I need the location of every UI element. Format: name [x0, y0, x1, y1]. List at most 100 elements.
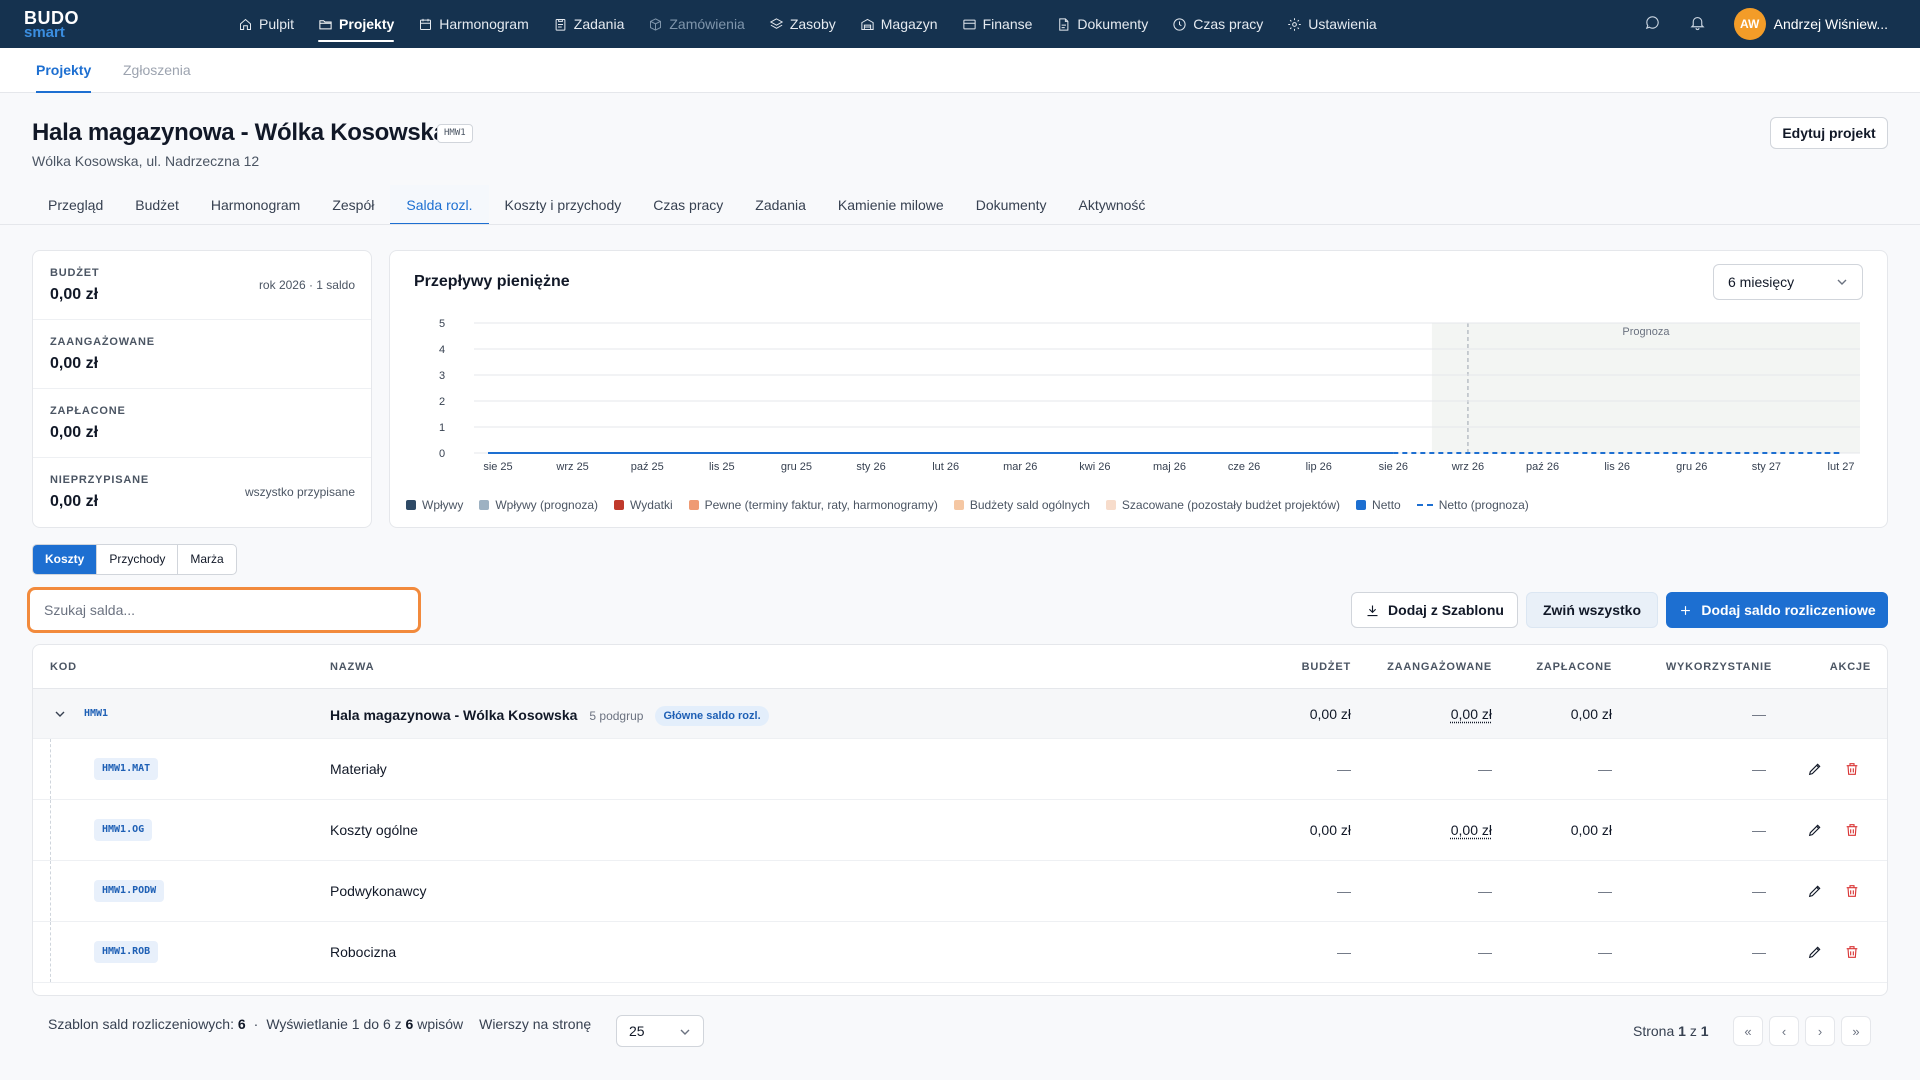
nav-item-zadania[interactable]: Zadania: [553, 0, 624, 48]
rows-per-page-select[interactable]: 25: [616, 1015, 704, 1047]
top-navbar: BUDO smart Pulpit Projekty Harmonogram Zada…: [0, 0, 1920, 48]
legend-item[interactable]: Netto (prognoza): [1416, 498, 1529, 512]
legend-item[interactable]: Budżety sald ogólnych: [953, 498, 1090, 512]
tab-zadania[interactable]: Zadania: [739, 185, 822, 225]
tab-przegląd[interactable]: Przegląd: [32, 185, 119, 225]
tab-kamienie-milowe[interactable]: Kamienie milowe: [822, 185, 960, 225]
nav-item-projekty[interactable]: Projekty: [318, 0, 395, 48]
nav-item-label: Finanse: [982, 16, 1033, 32]
legend-swatch: [479, 500, 490, 510]
summary-row-zaangażowane: ZAANGAŻOWANE 0,00 zł: [33, 320, 371, 389]
legend-item[interactable]: Wydatki: [614, 498, 673, 512]
nav-item-magazyn[interactable]: Magazyn: [860, 0, 938, 48]
segment-marza[interactable]: Marża: [178, 545, 235, 574]
delete-icon[interactable]: [1844, 761, 1860, 777]
nav-item-label: Projekty: [339, 16, 395, 32]
search-field: [27, 587, 421, 633]
add-from-template-label: Dodaj z Szablonu: [1388, 602, 1504, 618]
chevron-right-icon: ›: [1817, 1023, 1823, 1039]
segment-przychody[interactable]: Przychody: [97, 545, 179, 574]
edit-project-button[interactable]: Edytuj projekt: [1770, 117, 1888, 149]
nav-item-harmonogram[interactable]: Harmonogram: [418, 0, 529, 48]
summary-row-nieprzypisane: NIEPRZYPISANE 0,00 zł wszystko przypisane: [33, 458, 371, 527]
page-total: 1: [1700, 1023, 1709, 1039]
first-page-button[interactable]: «: [1733, 1016, 1763, 1046]
main-balance-badge: Główne saldo rozl.: [655, 706, 769, 726]
chevron-left-icon: ‹: [1781, 1023, 1787, 1039]
table-row[interactable]: HMW1.OG Koszty ogólne 0,00 zł 0,00 zł 0,00 z…: [33, 800, 1887, 861]
delete-icon[interactable]: [1844, 883, 1860, 899]
table-row[interactable]: HMW1.MAT Materiały — — — —: [33, 739, 1887, 800]
row-committed[interactable]: 0,00 zł: [1451, 706, 1492, 722]
subtab-projekty[interactable]: Projekty: [36, 48, 91, 93]
legend-item[interactable]: Pewne (terminy faktur, raty, harmonogram…: [688, 498, 938, 512]
add-from-template-button[interactable]: Dodaj z Szablonu: [1351, 592, 1518, 628]
delete-icon[interactable]: [1844, 944, 1860, 960]
tab-dokumenty[interactable]: Dokumenty: [960, 185, 1063, 225]
chat-icon[interactable]: [1644, 14, 1661, 34]
tab-koszty-i-przychody[interactable]: Koszty i przychody: [489, 185, 638, 225]
y-tick-label: 5: [439, 318, 445, 330]
home-icon: [240, 18, 251, 30]
legend-item[interactable]: Wpływy (prognoza): [479, 498, 598, 512]
row-name: Materiały: [330, 761, 387, 777]
summary-note: rok 2026 · 1 saldo: [258, 278, 355, 292]
nav-item-czas-pracy[interactable]: Czas pracy: [1172, 0, 1263, 48]
next-page-button[interactable]: ›: [1805, 1016, 1835, 1046]
edit-icon[interactable]: [1807, 883, 1823, 899]
nav-item-pulpit[interactable]: Pulpit: [238, 0, 294, 48]
col-budget-header: BUDŻET: [1301, 661, 1351, 673]
legend-item[interactable]: Netto: [1356, 498, 1401, 512]
edit-icon[interactable]: [1807, 822, 1823, 838]
tab-salda-rozl-[interactable]: Salda rozl.: [390, 185, 489, 225]
edit-icon[interactable]: [1807, 944, 1823, 960]
x-tick-label: wrz 25: [555, 461, 588, 473]
edit-icon[interactable]: [1807, 761, 1823, 777]
legend-item[interactable]: Wpływy: [406, 498, 463, 512]
package-icon: [650, 17, 662, 31]
segment-koszty[interactable]: Koszty: [33, 545, 98, 574]
nav-item-zasoby[interactable]: Zasoby: [769, 0, 836, 48]
credit-card-icon: [962, 19, 976, 29]
tab-budżet[interactable]: Budżet: [119, 185, 195, 225]
table-row[interactable]: HMW1.PODW Podwykonawcy — — — —: [33, 861, 1887, 922]
delete-icon[interactable]: [1844, 822, 1860, 838]
tab-harmonogram[interactable]: Harmonogram: [195, 185, 316, 225]
x-tick-label: lip 26: [1306, 461, 1332, 473]
table-row-main[interactable]: HMW1 Hala magazynowa - Wólka Kosowska 5 p…: [33, 689, 1887, 739]
download-icon: [1367, 605, 1378, 616]
legend-item[interactable]: Szacowane (pozostały budżet projektów): [1105, 498, 1340, 512]
tab-aktywność[interactable]: Aktywność: [1063, 185, 1162, 225]
x-tick-label: sty 27: [1752, 461, 1781, 473]
nav-item-dokumenty[interactable]: Dokumenty: [1056, 0, 1148, 48]
chevron-down-icon[interactable]: [54, 708, 66, 720]
table-row[interactable]: HMW1.ROB Robocizna — — — —: [33, 922, 1887, 983]
collapse-all-button[interactable]: Zwiń wszystko: [1526, 592, 1658, 628]
nav-item-label: Zasoby: [789, 16, 836, 32]
row-code: HMW1.ROB: [94, 941, 159, 963]
user-menu[interactable]: AW Andrzej Wiśniew...: [1733, 8, 1888, 40]
plus-icon: [1681, 605, 1691, 615]
y-tick-label: 3: [439, 370, 445, 382]
chevrons-left-icon: «: [1744, 1023, 1752, 1039]
nav-item-ustawienia[interactable]: Ustawienia: [1287, 0, 1377, 48]
add-balance-button[interactable]: Dodaj saldo rozliczeniowe: [1666, 592, 1888, 628]
x-tick-label: wrz 26: [1451, 461, 1484, 473]
tab-zespół[interactable]: Zespół: [316, 185, 390, 225]
nav-item-finanse[interactable]: Finanse: [962, 0, 1033, 48]
period-select-value: 6 miesięcy: [1728, 274, 1795, 290]
legend-label: Wydatki: [630, 498, 673, 512]
bell-icon[interactable]: [1689, 14, 1706, 34]
period-select[interactable]: 6 miesięcy: [1713, 264, 1863, 300]
subtab-zgloszenia[interactable]: Zgłoszenia: [123, 48, 191, 93]
app-logo[interactable]: BUDO smart: [24, 8, 84, 41]
row-code: HMW1: [84, 708, 109, 719]
tab-czas-pracy[interactable]: Czas pracy: [637, 185, 739, 225]
nav-item-zamówienia[interactable]: Zamówienia: [648, 0, 745, 48]
x-tick-label: cze 26: [1228, 461, 1260, 473]
search-input[interactable]: [30, 590, 418, 630]
last-page-button[interactable]: »: [1841, 1016, 1871, 1046]
legend-label: Netto (prognoza): [1438, 498, 1529, 512]
prev-page-button[interactable]: ‹: [1769, 1016, 1799, 1046]
row-committed[interactable]: 0,00 zł: [1451, 822, 1492, 838]
